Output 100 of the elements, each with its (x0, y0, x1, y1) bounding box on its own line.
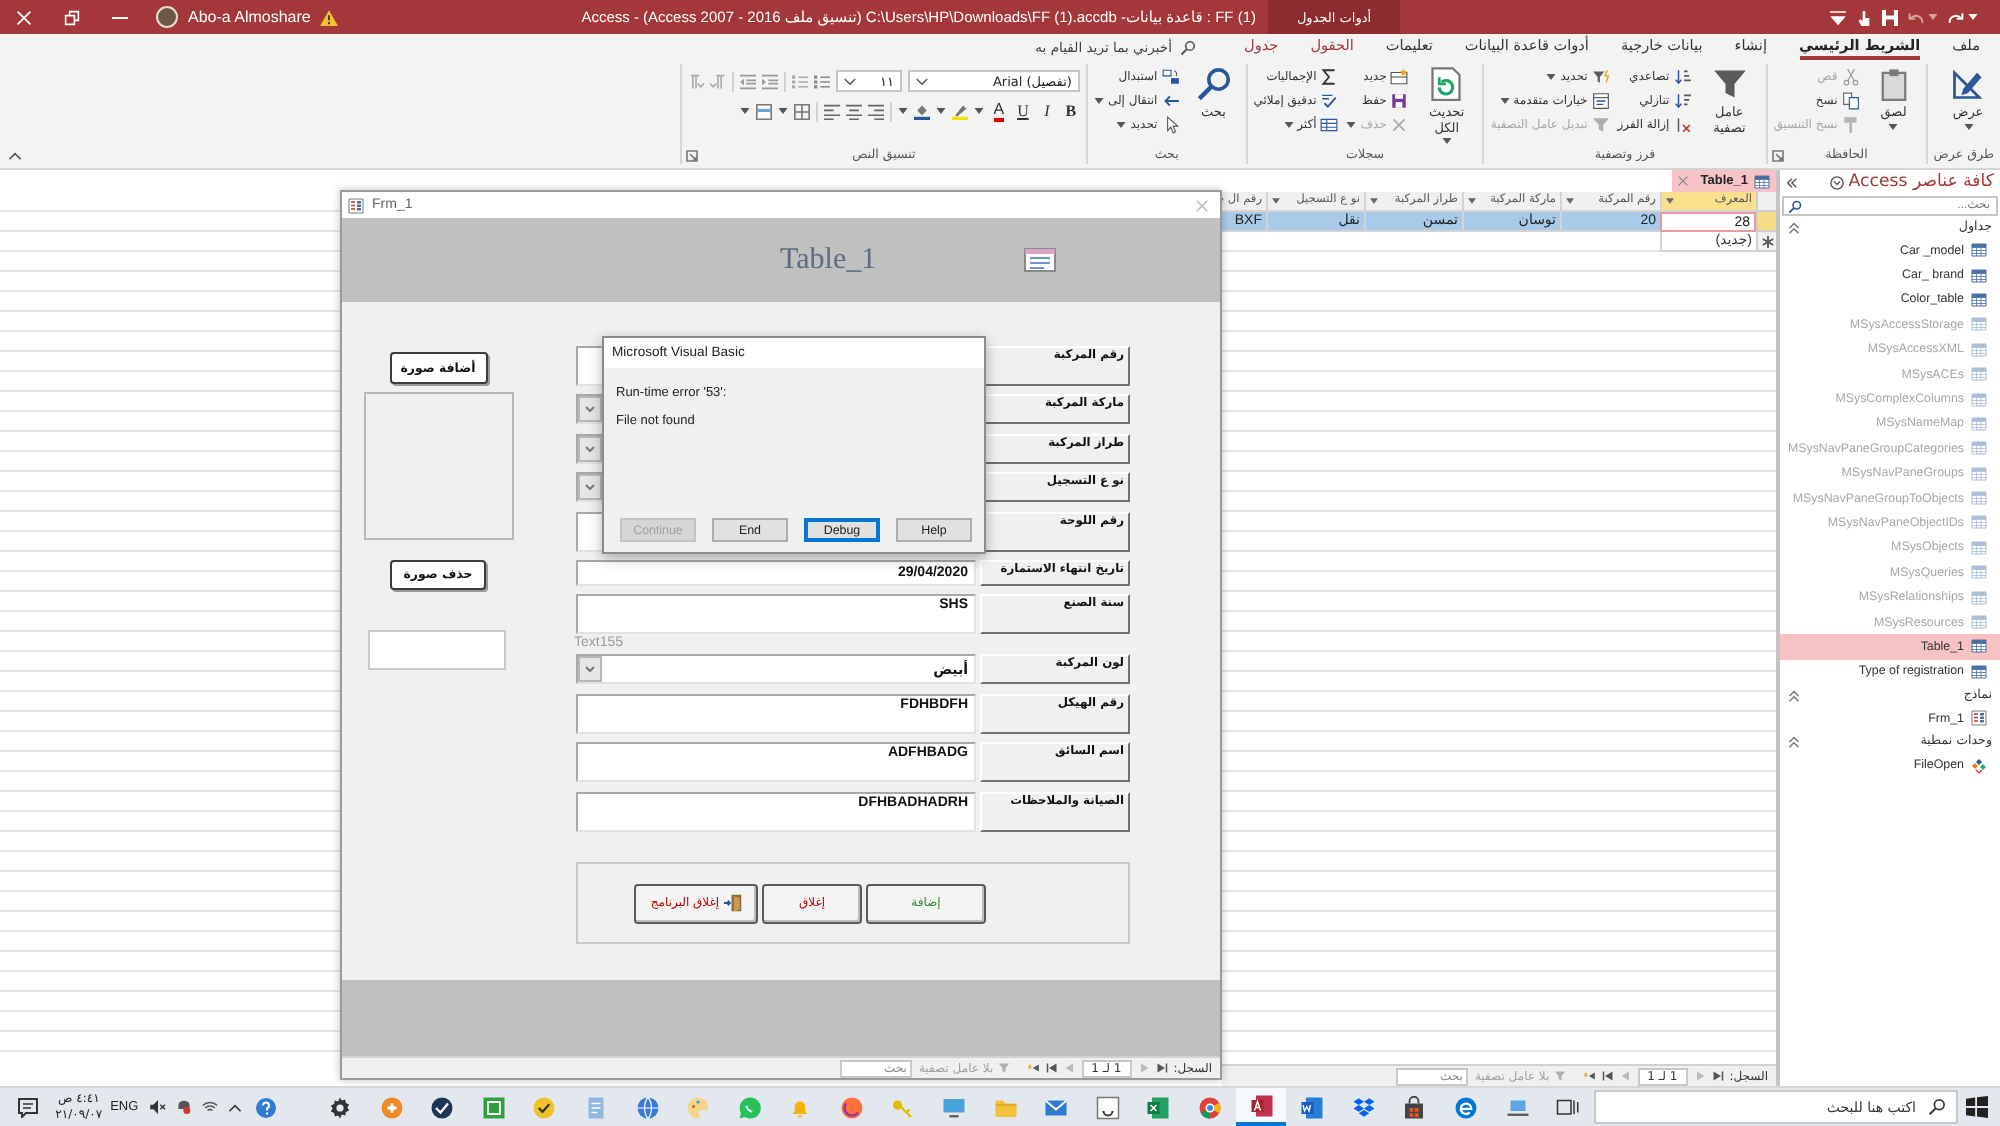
caret-icon[interactable] (1468, 198, 1476, 204)
new-record-icon (1390, 68, 1409, 86)
dialog-launcher-icon[interactable] (1771, 150, 1784, 162)
dropdown-arrow-icon[interactable] (578, 474, 602, 501)
redo-icon[interactable] (1948, 9, 1964, 25)
table-icon (1970, 242, 1988, 259)
palette-icon (686, 1095, 711, 1119)
account-name[interactable]: Abo-a Almoshare (188, 8, 311, 26)
caret-icon[interactable] (739, 108, 750, 114)
caret-icon[interactable] (973, 108, 984, 114)
dialog-launcher-icon[interactable] (685, 150, 698, 162)
start-icon[interactable] (1966, 1096, 1988, 1118)
restore-icon[interactable] (64, 9, 80, 25)
align-left-icon[interactable] (823, 103, 840, 119)
text-style-button[interactable]: B (1061, 101, 1080, 121)
arrow-left-icon (1161, 92, 1180, 110)
table-icon (1970, 267, 1988, 284)
text-style-button[interactable]: I (1037, 101, 1056, 121)
font-color-button[interactable]: A (989, 100, 1008, 122)
dropdown-arrow-icon[interactable] (578, 435, 602, 462)
align-center-icon[interactable] (845, 103, 862, 119)
asterisk-icon (1761, 235, 1773, 247)
box-stack-icon (1351, 1095, 1376, 1119)
save-icon[interactable] (1882, 9, 1898, 25)
indent-icon[interactable] (761, 73, 778, 89)
taskbar-button[interactable] (1235, 1088, 1287, 1126)
browser-icon (1198, 1095, 1223, 1119)
caret-icon[interactable] (935, 108, 946, 114)
gridlines-icon[interactable] (793, 103, 810, 119)
table-icon (1970, 291, 1988, 308)
table-icon (1970, 391, 1988, 408)
search-icon (1180, 39, 1197, 55)
table-icon (1754, 173, 1770, 189)
scissors-icon (1841, 68, 1860, 86)
alternate-row-icon[interactable] (755, 103, 772, 119)
outdent-icon[interactable] (739, 73, 756, 89)
caret-icon[interactable] (897, 108, 908, 114)
wifi-icon[interactable] (202, 1100, 219, 1114)
align-right-icon[interactable] (867, 103, 884, 119)
spreadsheet-icon (1146, 1095, 1171, 1119)
warning-icon[interactable] (320, 9, 339, 25)
dropdown-arrow-icon[interactable] (578, 396, 602, 423)
last-record-icon[interactable] (1045, 1062, 1058, 1074)
double-chevron-icon[interactable] (1786, 177, 1798, 187)
fill-bucket-icon[interactable] (913, 103, 930, 119)
new-record-icon[interactable] (1027, 1062, 1040, 1074)
globe-icon (635, 1095, 660, 1119)
avatar-placeholder[interactable] (156, 6, 178, 28)
highlighter-icon[interactable] (951, 103, 968, 119)
bell-icon (788, 1095, 813, 1119)
chat-bubble-icon (737, 1095, 762, 1119)
table-icon (1970, 663, 1988, 680)
chevron-up-icon[interactable] (228, 1103, 243, 1111)
square-tile-icon (481, 1095, 506, 1119)
help-icon[interactable] (256, 1097, 277, 1117)
table-icon (1970, 589, 1988, 606)
caret-icon[interactable] (1968, 14, 1978, 20)
table-icon (1970, 490, 1988, 507)
pointer-icon (1161, 116, 1180, 134)
device-alert-icon[interactable] (176, 1100, 193, 1114)
customize-caret-icon[interactable] (1830, 9, 1846, 25)
chevron-down-icon (915, 77, 928, 85)
caret-icon[interactable] (1566, 198, 1574, 204)
filter-options-icon (1591, 92, 1610, 110)
replace-icon (1161, 68, 1180, 86)
form-heading: Table_1 (780, 243, 877, 277)
pane-title[interactable]: كافة عناصر Access (1848, 172, 1994, 192)
new-record-icon[interactable] (1583, 1070, 1596, 1082)
minimize-icon[interactable] (112, 15, 128, 19)
last-record-icon[interactable] (1601, 1070, 1614, 1082)
exit-door-icon (723, 894, 742, 913)
record-selector[interactable] (1756, 232, 1776, 252)
folder-icon (993, 1095, 1018, 1119)
touch-hand-icon[interactable] (1856, 9, 1872, 25)
undo-icon[interactable] (1908, 9, 1924, 25)
caret-icon[interactable] (777, 108, 788, 114)
caret-icon[interactable] (1370, 198, 1378, 204)
text-style-button[interactable]: U (1013, 101, 1032, 121)
caret-icon[interactable] (1272, 198, 1280, 204)
first-record-icon[interactable] (1711, 1070, 1724, 1082)
browser-swirl-icon (1454, 1095, 1479, 1119)
sigma-icon (1320, 68, 1339, 86)
speaker-muted-icon[interactable] (150, 1100, 167, 1114)
caret-icon[interactable] (1928, 14, 1938, 20)
copy-icon (1841, 92, 1860, 110)
notification-icon[interactable] (17, 1097, 38, 1117)
app-tile-icon (1095, 1095, 1120, 1119)
shopping-bag-icon (1402, 1095, 1427, 1119)
bullet-list-icon[interactable] (813, 73, 830, 89)
table-icon (1970, 440, 1988, 457)
dropdown-arrow-icon[interactable] (578, 656, 602, 683)
first-record-icon[interactable] (1155, 1062, 1168, 1074)
dropdown-circle-icon[interactable] (1830, 175, 1845, 189)
collapse-ribbon-icon[interactable] (8, 152, 22, 160)
text-field[interactable] (368, 630, 506, 670)
caret-icon[interactable] (1666, 198, 1674, 204)
table-icon (1970, 614, 1988, 631)
table-icon (1970, 638, 1988, 655)
refresh-icon (1428, 66, 1465, 102)
form-icon (348, 197, 364, 213)
